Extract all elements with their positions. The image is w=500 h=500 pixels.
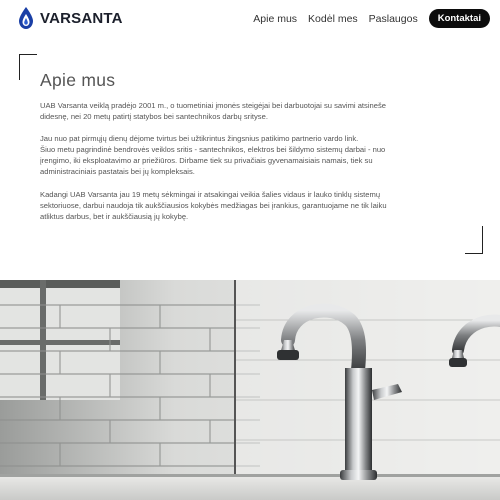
about-section: Apie mus UAB Varsanta veiklą pradėjo 200… (0, 36, 500, 280)
about-paragraph: Jau nuo pat pirmųjų dienų dėjome tvirtus… (40, 133, 450, 177)
brand-logo[interactable]: VARSANTA (16, 6, 123, 30)
nav-item-kodel-mes[interactable]: Kodėl mes (308, 13, 358, 25)
text-line: Šiuo metu pagrindinė bendrovės veiklos s… (40, 145, 386, 155)
chrome-faucets-photo-icon (0, 280, 500, 500)
nav-item-apie-mus[interactable]: Apie mus (253, 13, 297, 25)
site-header: VARSANTA Apie mus Kodėl mes Paslaugos Ko… (0, 0, 500, 36)
text-line: Kadangi UAB Varsanta jau 19 metų sėkming… (40, 189, 381, 199)
contacts-button[interactable]: Kontaktai (428, 9, 490, 28)
nav-item-paslaugos[interactable]: Paslaugos (369, 13, 418, 25)
about-paragraph: Kadangi UAB Varsanta jau 19 metų sėkming… (40, 189, 450, 222)
text-line: administraciniais pastatais bei jų kompl… (40, 167, 195, 177)
water-drops-logo-icon (19, 7, 33, 29)
corner-bracket-top-left (19, 54, 37, 80)
main-nav: Apie mus Kodėl mes Paslaugos Kontaktai (253, 9, 490, 28)
text-line: sektoriuose, darbui naudoja tik aukščiau… (40, 200, 387, 210)
faucets-photo (0, 280, 500, 500)
about-text: UAB Varsanta veiklą pradėjo 2001 m., o t… (40, 100, 450, 233)
brand-name: VARSANTA (40, 9, 123, 27)
text-line: atliktus darbus, bet ir aukščiausią jų k… (40, 211, 189, 221)
corner-bracket-bottom-right (465, 226, 483, 254)
text-line: įrengimo, iki eksploatavimo ar priežiūro… (40, 156, 373, 166)
text-line: Jau nuo pat pirmųjų dienų dėjome tvirtus… (40, 134, 359, 144)
text-line: didesnę, nei 20 metų patirtį statybos be… (40, 112, 268, 122)
about-title: Apie mus (40, 70, 116, 90)
text-line: UAB Varsanta veiklą pradėjo 2001 m., o t… (40, 101, 386, 110)
about-paragraph: UAB Varsanta veiklą pradėjo 2001 m., o t… (40, 100, 450, 122)
